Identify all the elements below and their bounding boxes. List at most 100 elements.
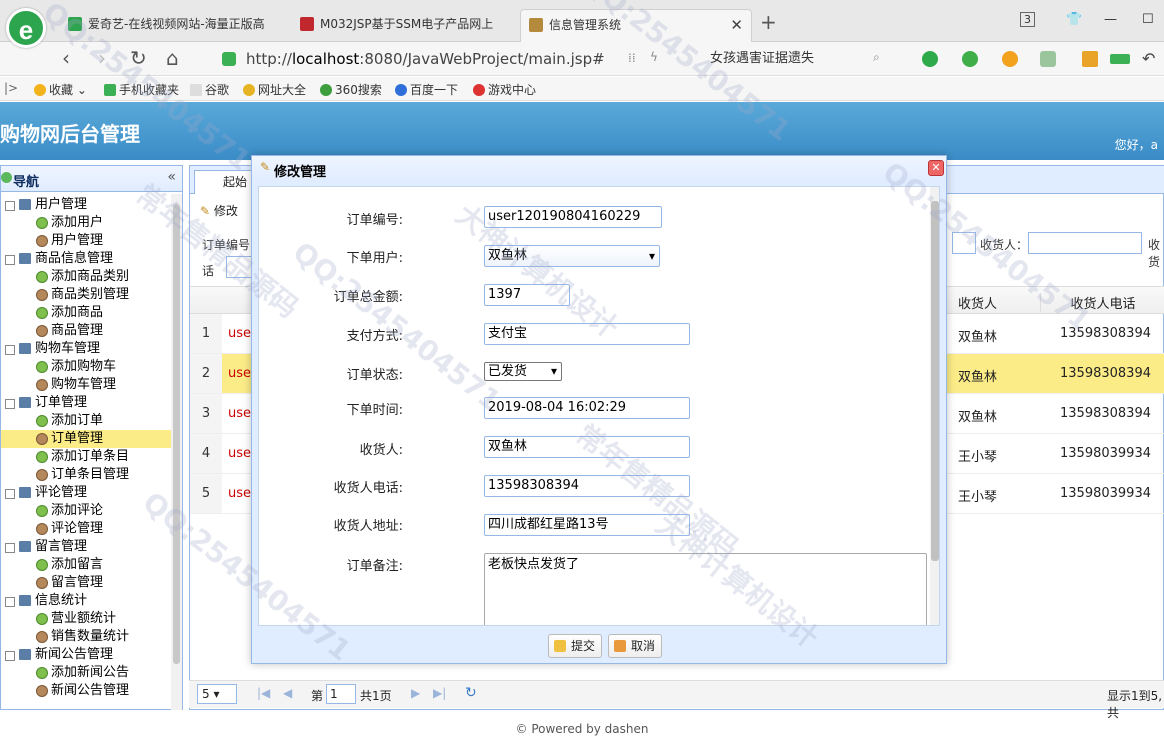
user-select[interactable]: 双鱼林 — [484, 245, 660, 267]
dialog-header[interactable]: ✎ 修改管理 ✕ — [252, 156, 946, 182]
close-icon[interactable]: ✕ — [928, 160, 944, 176]
bookmark-label: 360搜索 — [335, 83, 382, 97]
nav-item-cart-manage[interactable]: 购物车管理 — [1, 376, 171, 394]
new-tab-icon[interactable]: + — [760, 10, 777, 34]
translate-icon[interactable] — [962, 51, 978, 67]
nav-group-users[interactable]: 用户管理 — [1, 196, 171, 214]
pay-input[interactable]: 支付宝 — [484, 323, 690, 345]
nav-item-add-product[interactable]: 添加商品 — [1, 304, 171, 322]
nav-group-news[interactable]: 新闻公告管理 — [1, 646, 171, 664]
tab-label: 爱奇艺-在线视频网站-海量正版高 — [88, 17, 265, 31]
status-select[interactable]: 已发货 — [484, 362, 562, 381]
nav-group-orders[interactable]: 订单管理 — [1, 394, 171, 412]
search-phone-input[interactable] — [226, 256, 252, 278]
shirt-icon[interactable]: 👕 — [1066, 12, 1082, 27]
close-tab-icon[interactable]: ✕ — [730, 10, 743, 40]
coin-icon[interactable] — [1002, 51, 1018, 67]
nav-group-cart[interactable]: 购物车管理 — [1, 340, 171, 358]
maximize-icon[interactable]: ☐ — [1142, 12, 1154, 27]
minimize-icon[interactable]: — — [1104, 12, 1117, 27]
nav-item-add-user[interactable]: 添加用户 — [1, 214, 171, 232]
browser-tab[interactable]: 爱奇艺-在线视频网站-海量正版高 — [60, 9, 288, 42]
submit-button[interactable]: 提交 — [548, 634, 603, 658]
nav-item-order-manage[interactable]: 订单管理 — [1, 430, 171, 448]
memo-textarea[interactable]: 老板快点发货了 — [484, 553, 927, 625]
scroll-thumb[interactable] — [173, 204, 180, 664]
nav-item-label: 购物车管理 — [51, 377, 117, 392]
scroll-thumb[interactable] — [931, 201, 939, 561]
nav-item-user-manage[interactable]: 用户管理 — [1, 232, 171, 250]
nav-item-news-manage[interactable]: 新闻公告管理 — [1, 682, 171, 700]
back-icon[interactable]: ‹ — [62, 47, 70, 69]
page-favicon-icon — [300, 17, 314, 31]
url-field[interactable]: http://localhost:8080/JavaWebProject/mai… — [216, 47, 686, 71]
phone-cell: 13598308394 — [1060, 326, 1151, 341]
receiver-input[interactable]: 双鱼林 — [484, 436, 690, 458]
collapse-icon[interactable]: « — [167, 169, 176, 185]
undo-icon[interactable]: ↶ — [1142, 49, 1155, 68]
last-page-icon[interactable]: ▶| — [433, 686, 446, 700]
phone-input[interactable]: 13598308394 — [484, 475, 690, 497]
bookmark-google[interactable]: 谷歌 — [190, 81, 229, 98]
url-path: :8080/JavaWebProject/main.jsp# — [359, 50, 605, 68]
first-page-icon[interactable]: |◀ — [257, 686, 270, 700]
sidebar-toggle-icon[interactable]: |> — [4, 81, 18, 95]
nav-item-sales-stats[interactable]: 销售数量统计 — [1, 628, 171, 646]
nav-item-category-manage[interactable]: 商品类别管理 — [1, 286, 171, 304]
nav-group-products[interactable]: 商品信息管理 — [1, 250, 171, 268]
dialog-scrollbar[interactable] — [930, 187, 939, 625]
nav-item-add-cart[interactable]: 添加购物车 — [1, 358, 171, 376]
apps-icon[interactable] — [1082, 51, 1098, 67]
search-icon[interactable]: ⌕ — [873, 50, 880, 65]
order-no-input[interactable]: user120190804160229 — [484, 206, 662, 228]
bookmark-favorites[interactable]: 收藏 ⌄ — [34, 81, 87, 98]
nav-item-product-manage[interactable]: 商品管理 — [1, 322, 171, 340]
nav-item-add-order[interactable]: 添加订单 — [1, 412, 171, 430]
bookmark-baidu[interactable]: 百度一下 — [395, 81, 458, 98]
total-input[interactable]: 1397 — [484, 284, 570, 306]
tab-count-badge[interactable]: 3 — [1020, 12, 1035, 27]
nav-item-comment-manage[interactable]: 评论管理 — [1, 520, 171, 538]
bookmark-360[interactable]: 360搜索 — [320, 81, 382, 98]
nav-item-add-comment[interactable]: 添加评论 — [1, 502, 171, 520]
home-icon[interactable]: ⌂ — [166, 47, 179, 69]
page-size-select[interactable]: 5 ▾ — [197, 684, 237, 704]
nav-group-messages[interactable]: 留言管理 — [1, 538, 171, 556]
prev-page-icon[interactable]: ◀ — [283, 686, 292, 700]
search-receiver-input[interactable] — [1028, 232, 1142, 254]
chat-icon[interactable] — [1040, 51, 1056, 67]
reload-icon[interactable]: ↻ — [130, 47, 147, 69]
bookmark-mobile[interactable]: 手机收藏夹 — [104, 81, 179, 98]
nav-item-add-category[interactable]: 添加商品类别 — [1, 268, 171, 286]
battery-icon[interactable] — [1110, 54, 1130, 64]
undo-arrow-icon — [614, 640, 626, 652]
nav-group-comments[interactable]: 评论管理 — [1, 484, 171, 502]
nav-item-message-manage[interactable]: 留言管理 — [1, 574, 171, 592]
browser-tab-active[interactable]: 信息管理系统 ✕ — [520, 9, 752, 42]
search-input[interactable]: 女孩遇害证据遗失 — [700, 47, 895, 71]
user-greeting: 您好，a — [1114, 138, 1158, 152]
nav-item-add-message[interactable]: 添加留言 — [1, 556, 171, 574]
next-page-icon[interactable]: ▶ — [411, 686, 420, 700]
search-order-input[interactable] — [952, 232, 976, 254]
edit-toolbar-button[interactable]: ✎ 修改 — [200, 202, 238, 219]
browser-tab[interactable]: M032JSP基于SSM电子产品网上 — [292, 9, 514, 42]
time-input[interactable]: 2019-08-04 16:02:29 — [484, 397, 690, 419]
forward-icon[interactable]: › — [98, 47, 106, 69]
page-number-input[interactable]: 1 — [326, 684, 356, 704]
grid-icon[interactable]: ⁞⁞ — [628, 51, 636, 65]
bookmark-sites[interactable]: 网址大全 — [243, 81, 306, 98]
scissors-icon[interactable] — [922, 51, 938, 67]
nav-item-add-order-item[interactable]: 添加订单条目 — [1, 448, 171, 466]
nav-item-revenue-stats[interactable]: 营业额统计 — [1, 610, 171, 628]
bookmark-games[interactable]: 游戏中心 — [473, 81, 536, 98]
address-input[interactable]: 四川成都红星路13号 — [484, 514, 690, 536]
nav-item-order-item-manage[interactable]: 订单条目管理 — [1, 466, 171, 484]
user-icon — [36, 235, 48, 247]
refresh-icon[interactable]: ↻ — [465, 685, 477, 701]
nav-group-stats[interactable]: 信息统计 — [1, 592, 171, 610]
cancel-button[interactable]: 取消 — [608, 634, 663, 658]
nav-scrollbar[interactable] — [171, 194, 182, 710]
lightning-icon[interactable]: ϟ — [650, 50, 658, 64]
nav-item-add-news[interactable]: 添加新闻公告 — [1, 664, 171, 682]
